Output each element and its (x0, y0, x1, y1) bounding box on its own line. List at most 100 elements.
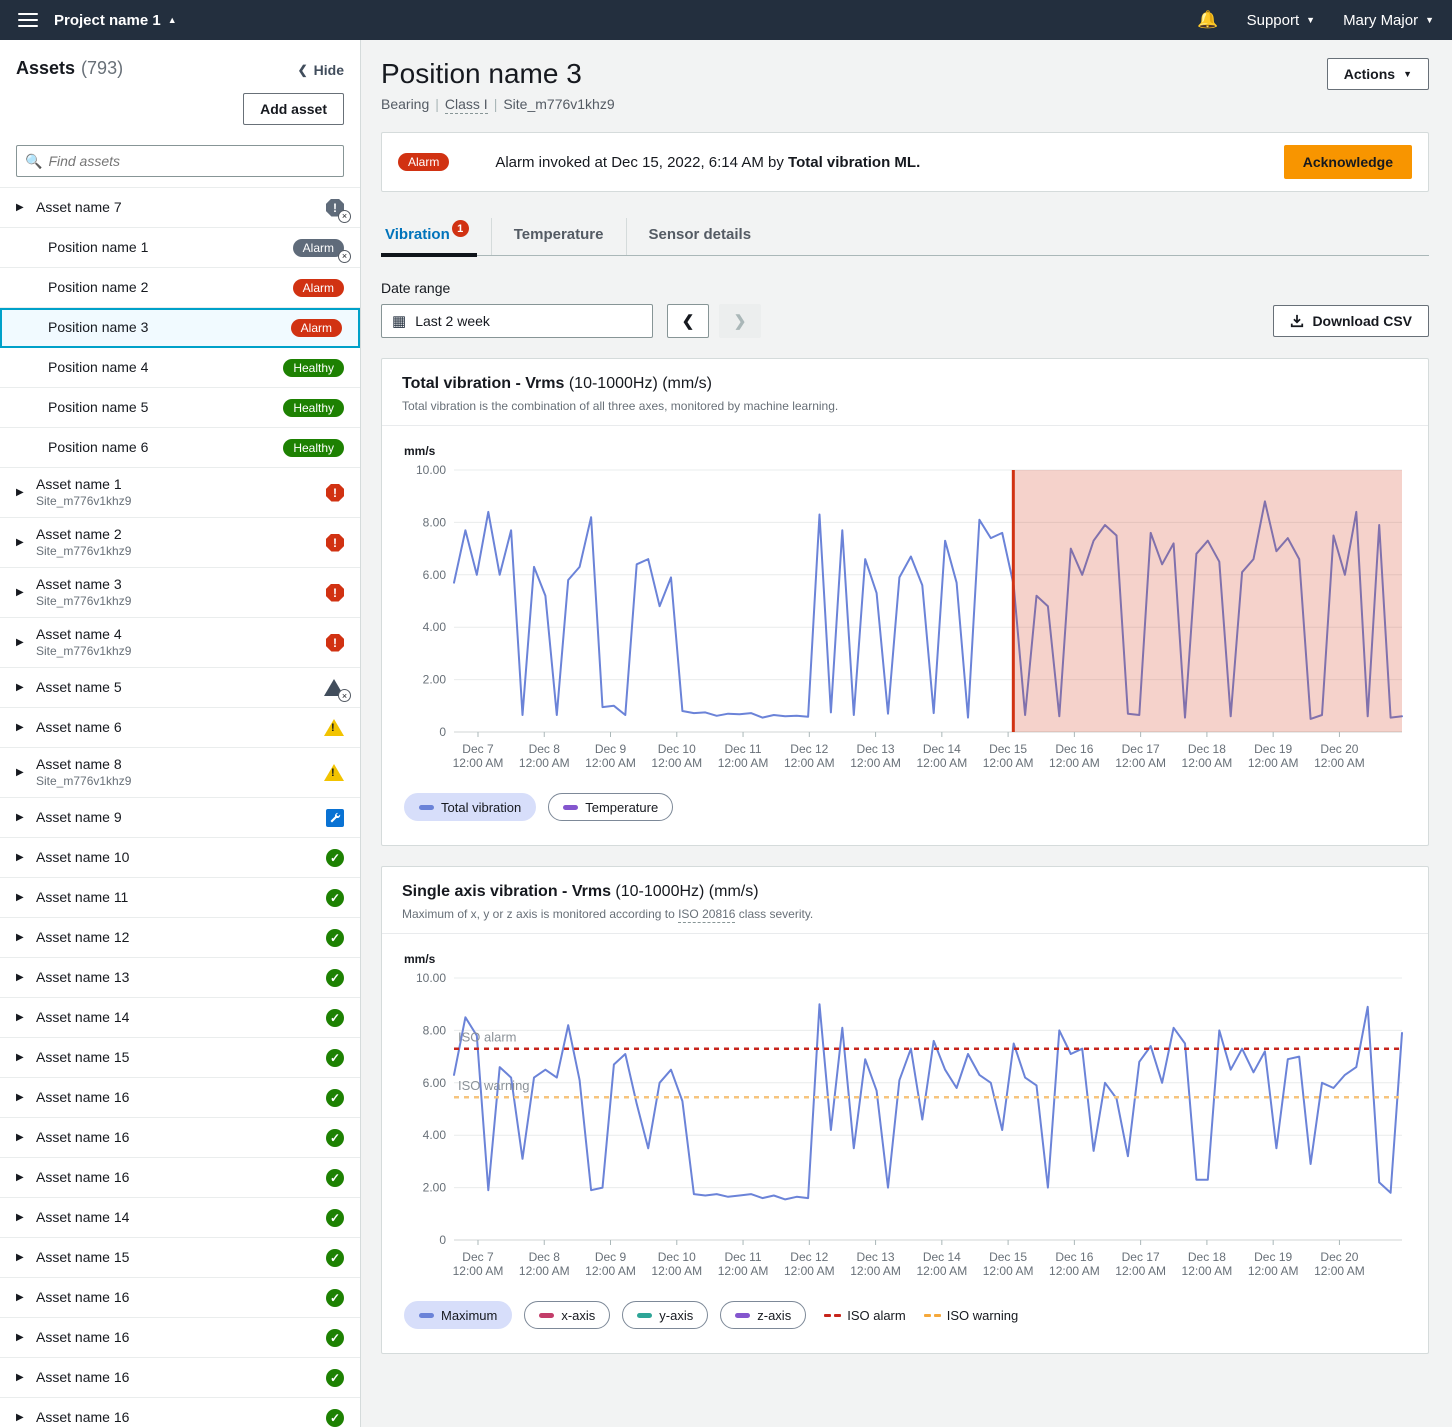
sidebar-asset-item[interactable]: ▶Asset name 6 (0, 708, 360, 748)
sidebar-asset-item[interactable]: ▶Asset name 16✓ (0, 1278, 360, 1318)
expand-caret-icon[interactable]: ▶ (16, 1132, 26, 1143)
sidebar-asset-item[interactable]: ▶Asset name 9 (0, 798, 360, 838)
expand-caret-icon[interactable]: ▶ (16, 767, 26, 778)
svg-text:Dec 16: Dec 16 (1055, 742, 1093, 756)
expand-caret-icon[interactable]: ▶ (16, 932, 26, 943)
download-csv-button[interactable]: Download CSV (1273, 305, 1429, 337)
sidebar-asset-item[interactable]: ▶Asset name 16✓ (0, 1078, 360, 1118)
support-label: Support (1247, 12, 1300, 29)
item-label: Position name 2 (48, 279, 148, 297)
item-label: Position name 3 (48, 319, 148, 337)
tab-sensor-details[interactable]: Sensor details (626, 218, 774, 255)
meta-item[interactable]: Class I (445, 96, 488, 114)
expand-caret-icon[interactable]: ▶ (16, 1372, 26, 1383)
sidebar-asset-item[interactable]: ▶Asset name 7!× (0, 188, 360, 228)
next-period-button[interactable]: ❯ (719, 304, 761, 338)
expand-caret-icon[interactable]: ▶ (16, 1332, 26, 1343)
svg-text:Dec 7: Dec 7 (462, 742, 494, 756)
tab-temperature[interactable]: Temperature (491, 218, 626, 255)
support-menu[interactable]: Support ▼ (1247, 12, 1315, 29)
sidebar-asset-item[interactable]: ▶Asset name 4Site_m776v1khz9! (0, 618, 360, 668)
warning-icon (324, 764, 344, 781)
sidebar-position-item[interactable]: Position name 2Alarm (0, 268, 360, 308)
hamburger-menu-icon[interactable] (18, 13, 38, 27)
sidebar-asset-item[interactable]: ▶Asset name 14✓ (0, 998, 360, 1038)
legend-item-y-axis[interactable]: y-axis (622, 1301, 708, 1329)
legend-item-x-axis[interactable]: x-axis (524, 1301, 610, 1329)
expand-caret-icon[interactable]: ▶ (16, 1172, 26, 1183)
single-axis-vibration-chart: 02.004.006.008.0010.00Dec 712:00 AMDec 8… (402, 968, 1408, 1291)
expand-caret-icon[interactable]: ▶ (16, 972, 26, 983)
svg-text:Dec 19: Dec 19 (1254, 1250, 1292, 1264)
add-asset-button[interactable]: Add asset (243, 93, 344, 125)
sidebar-asset-item[interactable]: ▶Asset name 15✓ (0, 1238, 360, 1278)
legend-item-total-vibration[interactable]: Total vibration (404, 793, 536, 821)
item-label: Asset name 16 (36, 1089, 129, 1107)
sidebar-position-item[interactable]: Position name 5Healthy (0, 388, 360, 428)
sidebar-position-item[interactable]: Position name 1Alarm× (0, 228, 360, 268)
critical-alarm-icon: ! (326, 484, 344, 502)
svg-text:Dec 16: Dec 16 (1055, 1250, 1093, 1264)
expand-caret-icon[interactable]: ▶ (16, 487, 26, 498)
expand-caret-icon[interactable]: ▶ (16, 587, 26, 598)
iso-20816-link[interactable]: ISO 20816 (678, 907, 735, 923)
legend-item-z-axis[interactable]: z-axis (720, 1301, 806, 1329)
date-range-select[interactable]: ▦ Last 2 week (381, 304, 653, 338)
date-range-value: Last 2 week (415, 313, 490, 329)
svg-text:12:00 AM: 12:00 AM (1314, 1264, 1365, 1278)
search-input[interactable] (48, 153, 335, 169)
sidebar-asset-item[interactable]: ▶Asset name 5× (0, 668, 360, 708)
expand-caret-icon[interactable]: ▶ (16, 1052, 26, 1063)
sidebar-asset-item[interactable]: ▶Asset name 10✓ (0, 838, 360, 878)
expand-caret-icon[interactable]: ▶ (16, 1212, 26, 1223)
sidebar-asset-item[interactable]: ▶Asset name 3Site_m776v1khz9! (0, 568, 360, 618)
expand-caret-icon[interactable]: ▶ (16, 1412, 26, 1423)
user-menu[interactable]: Mary Major ▼ (1343, 12, 1434, 29)
notifications-bell-icon[interactable]: 🔔 (1197, 10, 1218, 30)
expand-caret-icon[interactable]: ▶ (16, 1012, 26, 1023)
expand-caret-icon[interactable]: ▶ (16, 202, 26, 213)
actions-button[interactable]: Actions ▼ (1327, 58, 1429, 90)
legend-item-maximum[interactable]: Maximum (404, 1301, 512, 1329)
sidebar-position-item[interactable]: Position name 4Healthy (0, 348, 360, 388)
sidebar-asset-item[interactable]: ▶Asset name 14✓ (0, 1198, 360, 1238)
legend-item-temperature[interactable]: Temperature (548, 793, 673, 821)
sidebar-asset-item[interactable]: ▶Asset name 13✓ (0, 958, 360, 998)
sidebar-asset-item[interactable]: ▶Asset name 16✓ (0, 1318, 360, 1358)
expand-caret-icon[interactable]: ▶ (16, 1092, 26, 1103)
expand-caret-icon[interactable]: ▶ (16, 812, 26, 823)
main-content: Position name 3 Actions ▼ Bearing|Class … (361, 40, 1452, 1427)
expand-caret-icon[interactable]: ▶ (16, 1252, 26, 1263)
sidebar-asset-item[interactable]: ▶Asset name 11✓ (0, 878, 360, 918)
sidebar-position-item[interactable]: Position name 3Alarm (0, 308, 360, 348)
expand-caret-icon[interactable]: ▶ (16, 852, 26, 863)
sidebar-asset-item[interactable]: ▶Asset name 12✓ (0, 918, 360, 958)
expand-caret-icon[interactable]: ▶ (16, 722, 26, 733)
svg-text:0: 0 (439, 725, 446, 739)
sidebar-asset-item[interactable]: ▶Asset name 8Site_m776v1khz9 (0, 748, 360, 798)
previous-period-button[interactable]: ❮ (667, 304, 709, 338)
sidebar-asset-item[interactable]: ▶Asset name 16✓ (0, 1118, 360, 1158)
sidebar-asset-item[interactable]: ▶Asset name 2Site_m776v1khz9! (0, 518, 360, 568)
expand-caret-icon[interactable]: ▶ (16, 1292, 26, 1303)
sidebar-asset-item[interactable]: ▶Asset name 16✓ (0, 1398, 360, 1427)
svg-text:12:00 AM: 12:00 AM (585, 756, 636, 770)
expand-caret-icon[interactable]: ▶ (16, 537, 26, 548)
healthy-check-icon: ✓ (326, 1249, 344, 1267)
expand-caret-icon[interactable]: ▶ (16, 682, 26, 693)
svg-text:Dec 11: Dec 11 (724, 1250, 761, 1264)
sidebar-asset-item[interactable]: ▶Asset name 16✓ (0, 1158, 360, 1198)
acknowledge-button[interactable]: Acknowledge (1284, 145, 1412, 179)
y-axis-unit-label: mm/s (404, 952, 1408, 966)
expand-caret-icon[interactable]: ▶ (16, 637, 26, 648)
sidebar-asset-item[interactable]: ▶Asset name 15✓ (0, 1038, 360, 1078)
sidebar-asset-item[interactable]: ▶Asset name 1Site_m776v1khz9! (0, 468, 360, 518)
sidebar-asset-item[interactable]: ▶Asset name 16✓ (0, 1358, 360, 1398)
sidebar-position-item[interactable]: Position name 6Healthy (0, 428, 360, 468)
asset-search-box[interactable]: 🔍 (16, 145, 344, 177)
hide-panel-button[interactable]: ❮ Hide (298, 62, 344, 78)
expand-caret-icon[interactable]: ▶ (16, 892, 26, 903)
tab-vibration[interactable]: Vibration1 (381, 218, 491, 255)
project-selector[interactable]: Project name 1 ▲ (54, 12, 177, 29)
svg-text:12:00 AM: 12:00 AM (983, 1264, 1034, 1278)
